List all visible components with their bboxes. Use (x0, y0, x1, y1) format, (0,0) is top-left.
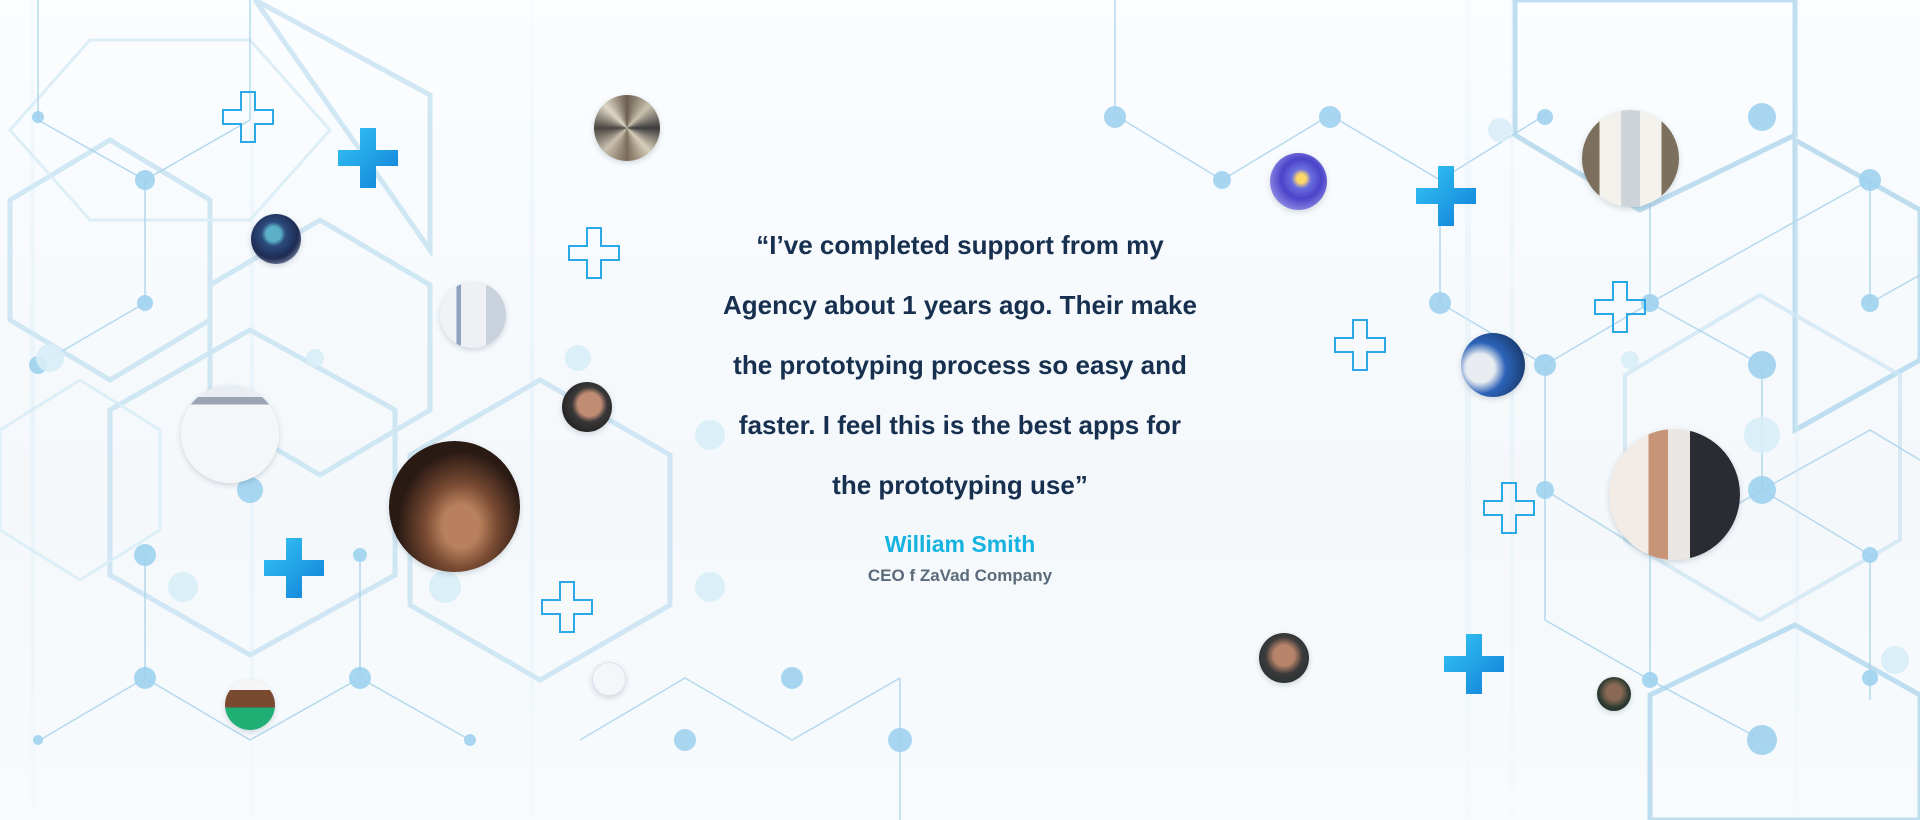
author-role: CEO f ZaVad Company (867, 566, 1053, 585)
plus-solid-icon (264, 538, 324, 598)
plus-outline-icon (541, 581, 593, 633)
author-name: William Smith (884, 531, 1036, 557)
avatar-vaccination (1609, 429, 1740, 560)
plus-outline-icon (1334, 319, 1386, 371)
avatar-man-dark (1597, 677, 1631, 711)
avatar-scientist (1461, 333, 1525, 397)
avatar-lab-room (1582, 110, 1679, 207)
avatar-man-portrait (562, 382, 612, 432)
avatar-3d-logo (1270, 153, 1327, 210)
plus-outline-icon (1483, 482, 1535, 534)
plus-solid-icon (1416, 166, 1476, 226)
avatar-kaleidoscope (594, 95, 660, 161)
avatar-doctor-small (440, 282, 506, 348)
avatar-hands (389, 441, 520, 572)
avatar-sketch (592, 662, 626, 696)
avatar-man-beard (1259, 633, 1309, 683)
plus-outline-icon (568, 227, 620, 279)
avatar-lab-worker (251, 214, 301, 264)
plus-outline-icon (222, 91, 274, 143)
avatar-doctor-large (181, 385, 279, 483)
testimonial-quote: “I’ve completed support from my Agency a… (723, 230, 1197, 500)
plus-solid-icon (338, 128, 398, 188)
avatar-smiling-man (225, 680, 275, 730)
plus-solid-icon (1444, 634, 1504, 694)
plus-outline-icon (1594, 281, 1646, 333)
testimonial-card: “I’ve completed support from my Agency a… (700, 215, 1220, 587)
